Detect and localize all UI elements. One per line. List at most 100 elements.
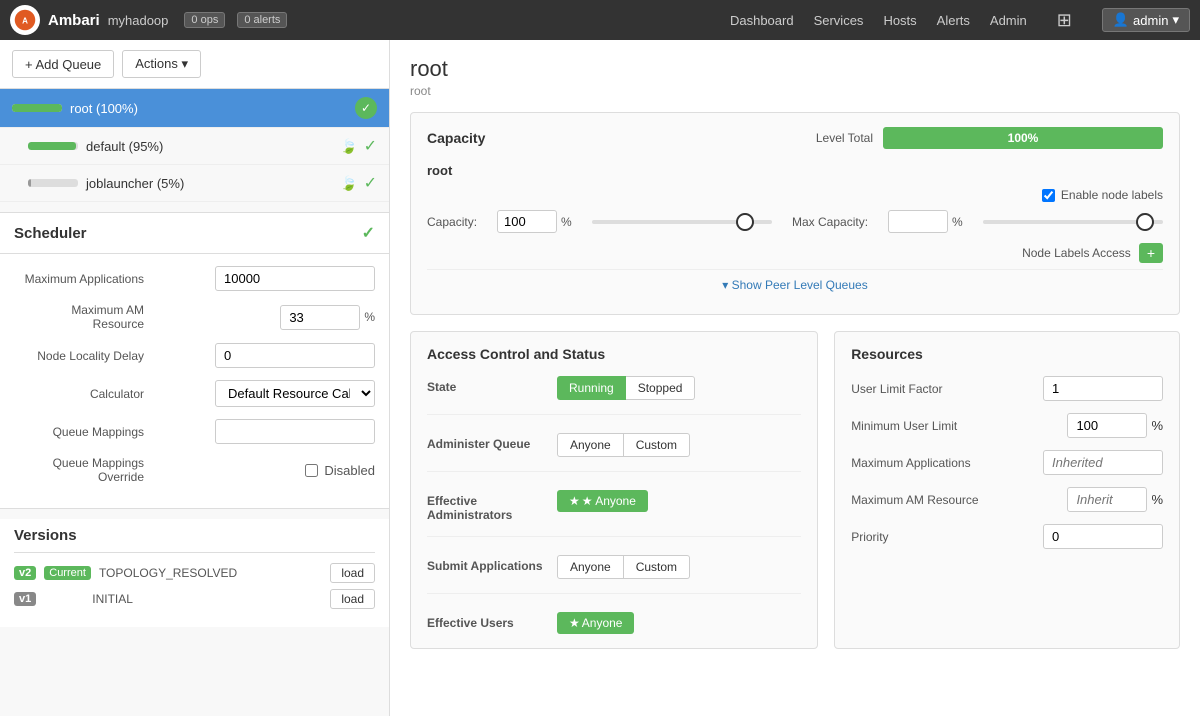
star-icon: ★ xyxy=(569,494,580,508)
level-total-label: Level Total xyxy=(816,131,873,145)
joblauncher-queue-icons: 🍃 ✓ xyxy=(340,173,377,193)
max-am-resource-row: Maximum AM Resource % xyxy=(851,487,1163,512)
max-applications-label: Maximum Applications xyxy=(851,456,970,470)
star-icon-2: ★ xyxy=(569,616,580,630)
resources-title: Resources xyxy=(851,346,1163,362)
version-name-v2: TOPOLOGY_RESOLVED xyxy=(99,566,322,580)
actions-button[interactable]: Actions ▾ xyxy=(122,50,201,78)
calculator-label: Calculator xyxy=(14,387,154,401)
root-queue-icons: ✓ xyxy=(355,97,377,119)
disabled-label: Disabled xyxy=(324,463,375,478)
max-am-label: Maximum AMResource xyxy=(14,303,154,331)
queue-name-root: root (100%) xyxy=(12,101,138,116)
calculator-select[interactable]: Default Resource Cal xyxy=(215,380,375,407)
enable-node-labels-wrap: Enable node labels xyxy=(427,188,1163,202)
max-am-resource-label: Maximum AM Resource xyxy=(851,493,978,507)
queue-item-default[interactable]: default (95%) 🍃 ✓ xyxy=(0,128,389,165)
versions-section: Versions v2 Current TOPOLOGY_RESOLVED lo… xyxy=(0,519,389,627)
brand: A Ambari myhadoop 0 ops 0 alerts xyxy=(10,5,291,35)
effective-administrators-content: ★ ★ Anyone xyxy=(557,490,801,512)
enable-node-labels-checkbox[interactable] xyxy=(1042,189,1055,202)
max-capacity-slider-wrap xyxy=(983,220,1163,224)
state-row: State Running Stopped xyxy=(427,376,801,415)
queue-item-joblauncher[interactable]: joblauncher (5%) 🍃 ✓ xyxy=(0,165,389,202)
version-name-v1: INITIAL xyxy=(44,592,322,606)
nav-admin[interactable]: Admin xyxy=(990,13,1027,28)
level-total-progress: 100% xyxy=(883,127,1163,149)
max-applications-input[interactable] xyxy=(1043,450,1163,475)
capacity-slider-wrap xyxy=(592,220,772,224)
access-control-title: Access Control and Status xyxy=(427,346,801,362)
cluster-name: myhadoop xyxy=(108,13,169,28)
submit-anyone-button[interactable]: Anyone xyxy=(557,555,624,579)
node-labels-access-label: Node Labels Access xyxy=(1022,246,1131,260)
show-peer-queues-button[interactable]: ▾ Show Peer Level Queues xyxy=(427,269,1163,300)
state-label: State xyxy=(427,376,557,394)
max-capacity-slider-track xyxy=(983,220,1163,224)
max-am-resource-input[interactable] xyxy=(1067,487,1147,512)
scheduler-check-icon: ✓ xyxy=(362,223,375,243)
max-am-input-wrap: % xyxy=(280,305,375,330)
breadcrumb: root xyxy=(410,84,1180,98)
joblauncher-progress-bar xyxy=(28,179,78,187)
queue-mappings-override-checkbox[interactable] xyxy=(305,464,318,477)
max-apps-input[interactable] xyxy=(215,266,375,291)
nav-hosts[interactable]: Hosts xyxy=(883,13,916,28)
custom-button[interactable]: Custom xyxy=(624,433,690,457)
anyone-button[interactable]: Anyone xyxy=(557,433,624,457)
left-panel: + Add Queue Actions ▾ root (100%) ✓ defa… xyxy=(0,40,390,716)
queue-mappings-label: Queue Mappings xyxy=(14,425,154,439)
user-menu[interactable]: 👤 admin ▾ xyxy=(1102,8,1190,32)
max-capacity-pct-label: % xyxy=(952,215,963,229)
queue-toolbar: + Add Queue Actions ▾ xyxy=(0,40,389,89)
max-am-pct-label: % xyxy=(364,310,375,324)
nav-alerts[interactable]: Alerts xyxy=(937,13,970,28)
queue-mappings-override-checkbox-label[interactable]: Disabled xyxy=(305,463,375,478)
queue-mappings-row: Queue Mappings xyxy=(14,419,375,444)
administer-btn-group: Anyone Custom xyxy=(557,433,801,457)
nav-dashboard[interactable]: Dashboard xyxy=(730,13,794,28)
queue-mappings-input[interactable] xyxy=(215,419,375,444)
running-button[interactable]: Running xyxy=(557,376,626,400)
v2-load-button[interactable]: load xyxy=(330,563,375,583)
capacity-input[interactable] xyxy=(497,210,557,233)
ops-badge[interactable]: 0 ops xyxy=(184,12,225,28)
stopped-button[interactable]: Stopped xyxy=(626,376,696,400)
check-circle-icon: ✓ xyxy=(355,97,377,119)
leaf-icon: 🍃 xyxy=(340,138,357,155)
max-capacity-slider-thumb[interactable] xyxy=(1136,213,1154,231)
alerts-badge[interactable]: 0 alerts xyxy=(237,12,287,28)
scheduler-title: Scheduler xyxy=(14,225,87,242)
node-labels-access-button[interactable]: + xyxy=(1139,243,1163,263)
svg-text:A: A xyxy=(22,17,28,26)
capacity-label: Capacity: xyxy=(427,215,477,229)
submit-custom-button[interactable]: Custom xyxy=(624,555,690,579)
add-queue-button[interactable]: + Add Queue xyxy=(12,50,114,78)
submit-btn-group: Anyone Custom xyxy=(557,555,801,579)
capacity-slider-thumb[interactable] xyxy=(736,213,754,231)
submit-applications-content: Anyone Custom xyxy=(557,555,801,579)
min-user-limit-input[interactable] xyxy=(1067,413,1147,438)
check-green-icon: ✓ xyxy=(364,136,377,156)
enable-node-labels-label[interactable]: Enable node labels xyxy=(427,188,1163,202)
user-limit-factor-input[interactable] xyxy=(1043,376,1163,401)
v1-load-button[interactable]: load xyxy=(330,589,375,609)
priority-input[interactable] xyxy=(1043,524,1163,549)
max-capacity-input[interactable] xyxy=(888,210,948,233)
nav-services[interactable]: Services xyxy=(814,13,864,28)
effective-admin-anyone-button[interactable]: ★ ★ Anyone xyxy=(557,490,648,512)
max-am-input[interactable] xyxy=(280,305,360,330)
top-navigation: A Ambari myhadoop 0 ops 0 alerts Dashboa… xyxy=(0,0,1200,40)
node-locality-input[interactable] xyxy=(215,343,375,368)
v2-badge: v2 xyxy=(14,566,36,580)
effective-users-anyone-button[interactable]: ★ Anyone xyxy=(557,612,634,634)
versions-header: Versions xyxy=(14,527,375,553)
effective-administrators-label: Effective Administrators xyxy=(427,490,557,522)
queue-name-default: default (95%) xyxy=(28,139,163,154)
default-queue-icons: 🍃 ✓ xyxy=(340,136,377,156)
main-layout: + Add Queue Actions ▾ root (100%) ✓ defa… xyxy=(0,40,1200,716)
grid-icon[interactable]: ⊞ xyxy=(1057,10,1072,31)
min-user-limit-label: Minimum User Limit xyxy=(851,419,957,433)
min-user-limit-pct: % xyxy=(1151,418,1163,433)
queue-item-root[interactable]: root (100%) ✓ xyxy=(0,89,389,128)
